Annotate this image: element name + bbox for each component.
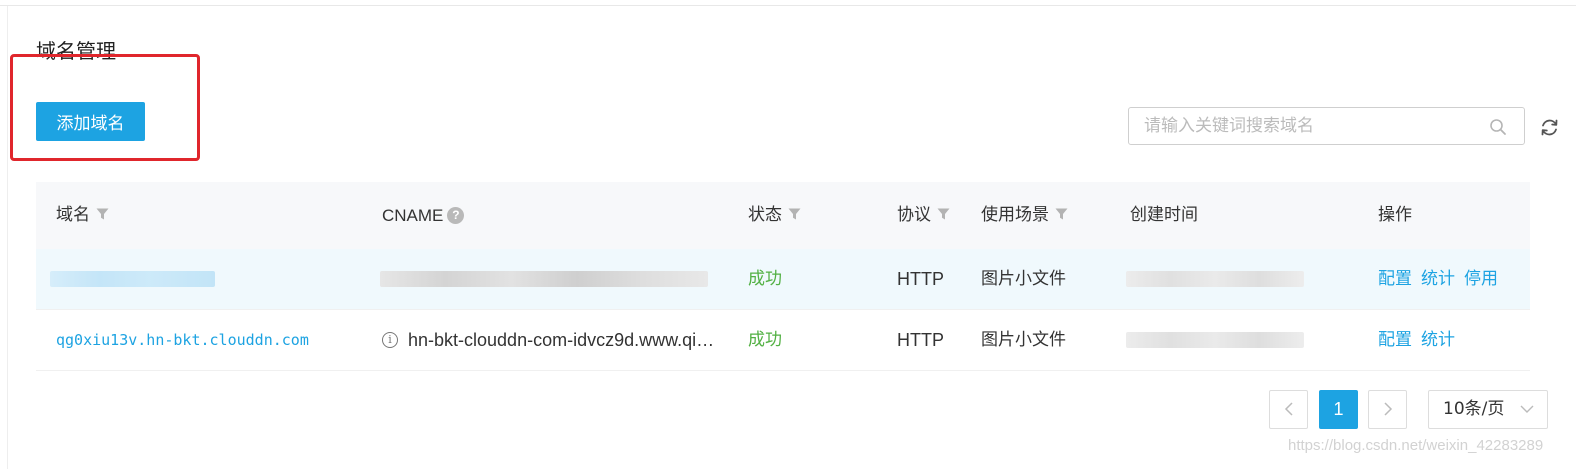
scenario-text: 图片小文件 xyxy=(981,269,1066,289)
status-text: 成功 xyxy=(748,330,782,350)
domain-search-input[interactable] xyxy=(1129,108,1484,144)
cname-text: hn-bkt-clouddn-com-idvcz9d.www.qi… xyxy=(408,330,715,350)
column-header-protocol: 协议 xyxy=(897,182,950,249)
table-header: 域名 CNAME? 状态 协议 使用场景 创建时间 操作 xyxy=(36,182,1530,249)
disable-link[interactable]: 停用 xyxy=(1464,269,1498,289)
question-circle-icon[interactable]: ? xyxy=(447,206,465,224)
column-header-scenario: 使用场景 xyxy=(981,182,1068,249)
domain-search-box[interactable] xyxy=(1128,107,1525,145)
filter-icon[interactable] xyxy=(96,208,109,220)
protocol-text: HTTP xyxy=(897,269,944,289)
domain-link[interactable]: qg0xiu13v.hn-bkt.clouddn.com xyxy=(56,310,309,370)
page-button-1[interactable]: 1 xyxy=(1319,390,1358,429)
chevron-right-icon xyxy=(1383,402,1392,416)
watermark-text: https://blog.csdn.net/weixin_42283289 xyxy=(1288,437,1544,454)
chevron-down-icon xyxy=(1520,405,1534,413)
cname-cell: i hn-bkt-clouddn-com-idvcz9d.www.qi… xyxy=(382,310,714,370)
page-size-select[interactable]: 10条/页 xyxy=(1428,390,1548,429)
page-size-value: 10条/页 xyxy=(1443,399,1505,419)
filter-icon[interactable] xyxy=(937,208,950,220)
domain-table: 域名 CNAME? 状态 协议 使用场景 创建时间 操作 成功 HTTP 图片小… xyxy=(36,182,1530,371)
top-divider xyxy=(0,5,1576,6)
chevron-left-icon xyxy=(1284,402,1293,416)
redacted-created-time xyxy=(1126,271,1304,287)
info-circle-icon[interactable]: i xyxy=(382,331,398,348)
search-icon[interactable] xyxy=(1489,118,1507,136)
redacted-created-time xyxy=(1126,332,1304,348)
statistics-link[interactable]: 统计 xyxy=(1421,330,1455,350)
refresh-icon[interactable] xyxy=(1539,117,1560,138)
left-divider xyxy=(7,6,8,469)
redacted-domain xyxy=(50,271,215,287)
table-row: 成功 HTTP 图片小文件 配置 统计 停用 xyxy=(36,249,1530,310)
filter-icon[interactable] xyxy=(788,208,801,220)
column-header-created: 创建时间 xyxy=(1130,205,1198,225)
next-page-button[interactable] xyxy=(1368,390,1407,429)
status-text: 成功 xyxy=(748,269,782,289)
row-actions: 配置 统计 停用 xyxy=(1378,249,1507,309)
column-header-status: 状态 xyxy=(748,182,801,249)
configure-link[interactable]: 配置 xyxy=(1378,269,1412,289)
column-header-cname: CNAME? xyxy=(382,182,465,249)
statistics-link[interactable]: 统计 xyxy=(1421,269,1455,289)
scenario-text: 图片小文件 xyxy=(981,330,1066,350)
column-header-domain: 域名 xyxy=(56,182,109,249)
protocol-text: HTTP xyxy=(897,330,944,350)
add-domain-button[interactable]: 添加域名 xyxy=(36,102,145,141)
prev-page-button[interactable] xyxy=(1269,390,1308,429)
redacted-cname xyxy=(380,271,708,287)
column-header-actions: 操作 xyxy=(1378,205,1412,225)
row-actions: 配置 统计 xyxy=(1378,310,1464,370)
table-row: qg0xiu13v.hn-bkt.clouddn.com i hn-bkt-clo… xyxy=(36,310,1530,371)
configure-link[interactable]: 配置 xyxy=(1378,330,1412,350)
filter-icon[interactable] xyxy=(1055,208,1068,220)
